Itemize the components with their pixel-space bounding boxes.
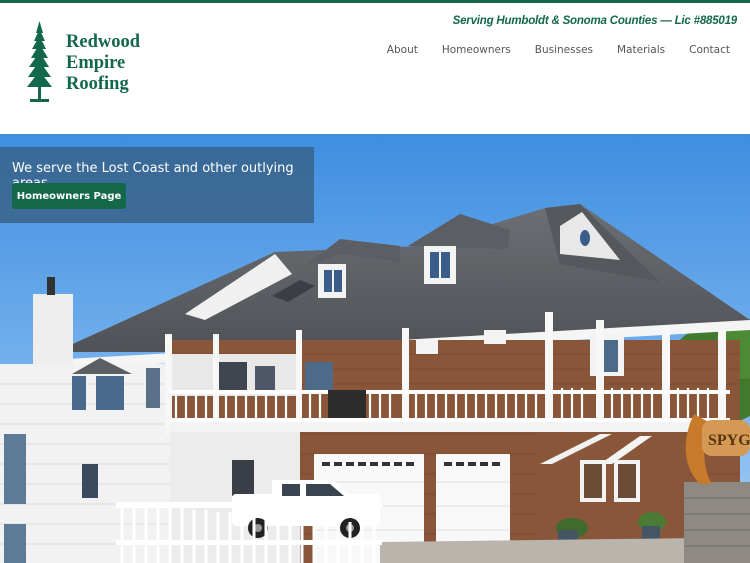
nav-materials[interactable]: Materials <box>617 44 665 56</box>
brand-line-1: Redwood <box>66 32 141 52</box>
brand-line-3: Roofing <box>66 74 129 94</box>
homeowners-page-button[interactable]: Homeowners Page <box>12 183 126 209</box>
sign-text: SPYG <box>708 432 750 449</box>
brand-line-2: Empire <box>66 53 126 73</box>
nav-about[interactable]: About <box>387 44 418 56</box>
license-tagline: Serving Humboldt & Sonoma Counties — Lic… <box>452 15 738 27</box>
brand-name: Redwood Empire Roofing <box>66 32 140 95</box>
hero-banner: SPYG We serve the Lost Coast and other o… <box>0 134 750 563</box>
hero-callout: We serve the Lost Coast and other outlyi… <box>0 147 314 223</box>
nav-homeowners[interactable]: Homeowners <box>442 44 511 56</box>
main-nav: About Homeowners Businesses Materials Co… <box>363 44 730 56</box>
site-header: Redwood Empire Roofing Serving Humboldt … <box>0 3 750 134</box>
redwood-tree-icon <box>27 21 52 102</box>
site-logo[interactable]: Redwood Empire Roofing <box>24 19 174 105</box>
nav-contact[interactable]: Contact <box>689 44 730 56</box>
nav-businesses[interactable]: Businesses <box>535 44 593 56</box>
